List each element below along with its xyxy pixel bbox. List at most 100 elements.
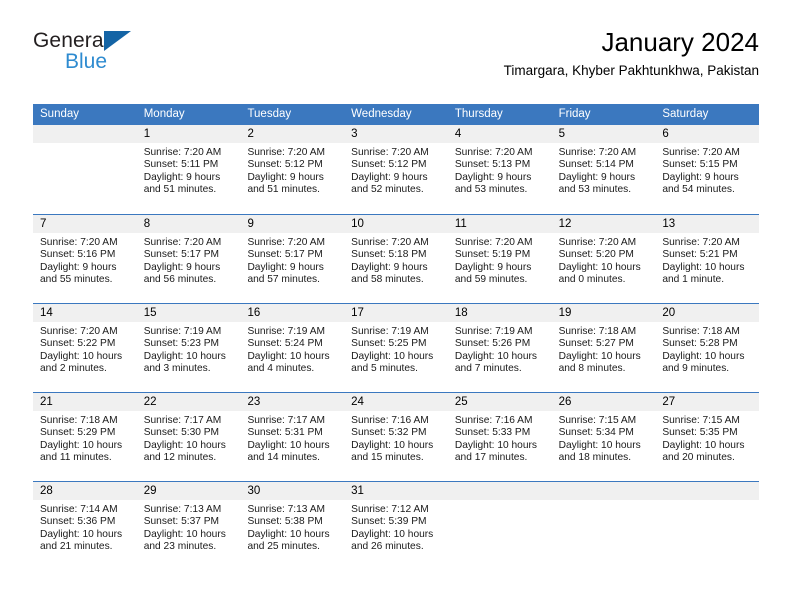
day-info-line: Sunset: 5:17 PM	[143, 249, 220, 261]
day-number: 30	[240, 482, 345, 500]
day-info-line: Sunrise: 7:20 AM	[662, 237, 740, 248]
calendar-day-empty	[551, 482, 656, 570]
day-info-line: and 25 minutes.	[247, 540, 320, 552]
calendar-day-cell[interactable]: 28 Sunrise: 7:14 AM Sunset: 5:36 PM Dayligh…	[33, 482, 137, 570]
day-info-line: Daylight: 9 hours	[143, 171, 221, 183]
day-info-line: Sunrise: 7:14 AM	[40, 504, 118, 515]
day-info-line: Daylight: 9 hours	[247, 171, 324, 183]
day-info-line: Sunset: 5:18 PM	[351, 249, 427, 261]
day-number: 20	[655, 304, 760, 322]
day-info-line: Sunrise: 7:12 AM	[351, 504, 429, 515]
day-sun-info: Sunrise: 7:20 AM Sunset: 5:16 PM Daylight:…	[33, 233, 137, 286]
day-info-line: and 56 minutes.	[143, 273, 217, 285]
calendar-day-cell[interactable]: 18 Sunrise: 7:19 AM Sunset: 5:26 PM Dayligh…	[447, 304, 552, 392]
day-number: 2	[240, 125, 345, 143]
day-sun-info: Sunrise: 7:16 AM Sunset: 5:32 PM Daylight:…	[344, 411, 448, 464]
day-info-line: and 7 minutes.	[454, 362, 522, 374]
day-number	[551, 482, 656, 500]
day-sun-info: Sunrise: 7:18 AM Sunset: 5:27 PM Daylight:…	[552, 322, 656, 375]
calendar-day-cell[interactable]: 26 Sunrise: 7:15 AM Sunset: 5:34 PM Dayligh…	[551, 393, 656, 481]
day-info-line: Sunset: 5:12 PM	[247, 159, 323, 171]
calendar-day-cell[interactable]: 15 Sunrise: 7:19 AM Sunset: 5:23 PM Dayligh…	[136, 304, 241, 392]
day-info-line: Daylight: 9 hours	[454, 171, 532, 183]
calendar-day-cell[interactable]: 14 Sunrise: 7:20 AM Sunset: 5:22 PM Dayligh…	[33, 304, 137, 392]
day-number: 19	[551, 304, 656, 322]
calendar-day-cell[interactable]: 10 Sunrise: 7:20 AM Sunset: 5:18 PM Dayligh…	[344, 215, 448, 303]
day-sun-info: Sunrise: 7:14 AM Sunset: 5:36 PM Daylight:…	[33, 500, 137, 553]
day-info-line: Sunrise: 7:20 AM	[454, 147, 533, 158]
calendar-day-cell[interactable]: 30 Sunrise: 7:13 AM Sunset: 5:38 PM Dayligh…	[240, 482, 345, 570]
day-info-line: Sunset: 5:17 PM	[247, 249, 323, 261]
day-sun-info: Sunrise: 7:20 AM Sunset: 5:22 PM Daylight:…	[33, 322, 137, 375]
day-number: 26	[551, 393, 656, 411]
day-number: 14	[33, 304, 137, 322]
day-info-line: and 9 minutes.	[662, 362, 730, 374]
calendar-day-cell[interactable]: 21 Sunrise: 7:18 AM Sunset: 5:29 PM Dayligh…	[33, 393, 137, 481]
calendar-day-cell[interactable]: 17 Sunrise: 7:19 AM Sunset: 5:25 PM Dayligh…	[344, 304, 448, 392]
day-info-line: Sunset: 5:11 PM	[143, 159, 219, 171]
calendar-day-cell[interactable]: 1 Sunrise: 7:20 AM Sunset: 5:11 PM Daylight…	[136, 125, 241, 214]
day-info-line: Sunset: 5:20 PM	[558, 249, 634, 261]
day-info-line: Sunrise: 7:20 AM	[558, 147, 637, 158]
day-info-line: Sunset: 5:28 PM	[662, 338, 738, 350]
day-info-line: Sunrise: 7:20 AM	[247, 147, 326, 158]
day-info-line: Sunrise: 7:15 AM	[662, 415, 740, 426]
calendar-day-cell[interactable]: 23 Sunrise: 7:17 AM Sunset: 5:31 PM Dayligh…	[240, 393, 345, 481]
calendar-day-cell[interactable]: 31 Sunrise: 7:12 AM Sunset: 5:39 PM Dayligh…	[344, 482, 448, 570]
calendar-day-cell[interactable]: 13 Sunrise: 7:20 AM Sunset: 5:21 PM Dayligh…	[655, 215, 760, 303]
day-info-line: Sunset: 5:12 PM	[351, 159, 427, 171]
day-number: 11	[447, 215, 552, 233]
calendar-day-cell[interactable]: 27 Sunrise: 7:15 AM Sunset: 5:35 PM Dayligh…	[655, 393, 760, 481]
day-info-line: Daylight: 10 hours	[40, 350, 123, 362]
day-info-line: and 57 minutes.	[247, 273, 320, 285]
calendar-day-cell[interactable]: 4 Sunrise: 7:20 AM Sunset: 5:13 PM Daylight…	[447, 125, 552, 214]
calendar-day-cell[interactable]: 9 Sunrise: 7:20 AM Sunset: 5:17 PM Daylight…	[240, 215, 345, 303]
day-info-line: Sunrise: 7:20 AM	[351, 147, 429, 158]
calendar-day-cell[interactable]: 7 Sunrise: 7:20 AM Sunset: 5:16 PM Daylight…	[33, 215, 137, 303]
day-info-line: Daylight: 10 hours	[143, 528, 226, 540]
calendar-day-cell[interactable]: 20 Sunrise: 7:18 AM Sunset: 5:28 PM Dayligh…	[655, 304, 760, 392]
day-info-line: Sunset: 5:31 PM	[247, 427, 323, 439]
day-info-line: Sunset: 5:21 PM	[662, 249, 738, 261]
day-info-line: and 1 minute.	[662, 273, 725, 285]
calendar-day-cell[interactable]: 24 Sunrise: 7:16 AM Sunset: 5:32 PM Dayligh…	[344, 393, 448, 481]
calendar-day-cell[interactable]: 19 Sunrise: 7:18 AM Sunset: 5:27 PM Dayligh…	[551, 304, 656, 392]
day-info-line: and 54 minutes.	[662, 183, 735, 195]
day-number: 4	[447, 125, 552, 143]
calendar-day-empty	[33, 125, 137, 214]
calendar-page: General Blue January 2024 Timargara, Khy…	[0, 0, 792, 612]
day-info-line: and 0 minutes.	[558, 273, 626, 285]
calendar-day-cell[interactable]: 22 Sunrise: 7:17 AM Sunset: 5:30 PM Dayligh…	[136, 393, 241, 481]
day-info-line: Daylight: 10 hours	[40, 439, 123, 451]
day-number	[447, 482, 552, 500]
weekday-header-friday: Friday	[558, 108, 591, 120]
calendar-week-row: 14 Sunrise: 7:20 AM Sunset: 5:22 PM Dayligh…	[33, 303, 760, 392]
brand-logo[interactable]: General Blue	[33, 30, 233, 80]
day-sun-info: Sunrise: 7:15 AM Sunset: 5:35 PM Daylight:…	[655, 411, 759, 464]
calendar-day-cell[interactable]: 6 Sunrise: 7:20 AM Sunset: 5:15 PM Daylight…	[655, 125, 760, 214]
calendar-day-cell[interactable]: 12 Sunrise: 7:20 AM Sunset: 5:20 PM Dayligh…	[551, 215, 656, 303]
calendar-day-cell[interactable]: 25 Sunrise: 7:16 AM Sunset: 5:33 PM Dayligh…	[447, 393, 552, 481]
day-sun-info: Sunrise: 7:15 AM Sunset: 5:34 PM Daylight:…	[552, 411, 656, 464]
day-info-line: and 51 minutes.	[247, 183, 320, 195]
calendar-day-cell[interactable]: 8 Sunrise: 7:20 AM Sunset: 5:17 PM Daylight…	[136, 215, 241, 303]
calendar-day-cell[interactable]: 16 Sunrise: 7:19 AM Sunset: 5:24 PM Dayligh…	[240, 304, 345, 392]
calendar-day-cell[interactable]: 2 Sunrise: 7:20 AM Sunset: 5:12 PM Daylight…	[240, 125, 345, 214]
day-sun-info: Sunrise: 7:20 AM Sunset: 5:12 PM Daylight:…	[344, 143, 448, 196]
day-info-line: Daylight: 10 hours	[40, 528, 123, 540]
day-info-line: Sunset: 5:19 PM	[454, 249, 531, 261]
day-info-line: Sunset: 5:32 PM	[351, 427, 427, 439]
day-info-line: and 58 minutes.	[351, 273, 424, 285]
day-number: 8	[136, 215, 241, 233]
calendar-day-cell[interactable]: 29 Sunrise: 7:13 AM Sunset: 5:37 PM Dayligh…	[136, 482, 241, 570]
day-sun-info: Sunrise: 7:13 AM Sunset: 5:38 PM Daylight:…	[240, 500, 344, 553]
calendar-day-cell[interactable]: 5 Sunrise: 7:20 AM Sunset: 5:14 PM Daylight…	[551, 125, 656, 214]
day-info-line: Sunrise: 7:19 AM	[143, 326, 222, 337]
day-sun-info: Sunrise: 7:20 AM Sunset: 5:20 PM Daylight:…	[552, 233, 656, 286]
day-info-line: Sunset: 5:36 PM	[40, 516, 116, 528]
day-info-line: and 55 minutes.	[40, 273, 113, 285]
calendar-day-cell[interactable]: 11 Sunrise: 7:20 AM Sunset: 5:19 PM Dayligh…	[447, 215, 552, 303]
day-info-line: and 3 minutes.	[143, 362, 211, 374]
day-info-line: and 11 minutes.	[40, 451, 112, 463]
calendar-day-cell[interactable]: 3 Sunrise: 7:20 AM Sunset: 5:12 PM Daylight…	[344, 125, 448, 214]
